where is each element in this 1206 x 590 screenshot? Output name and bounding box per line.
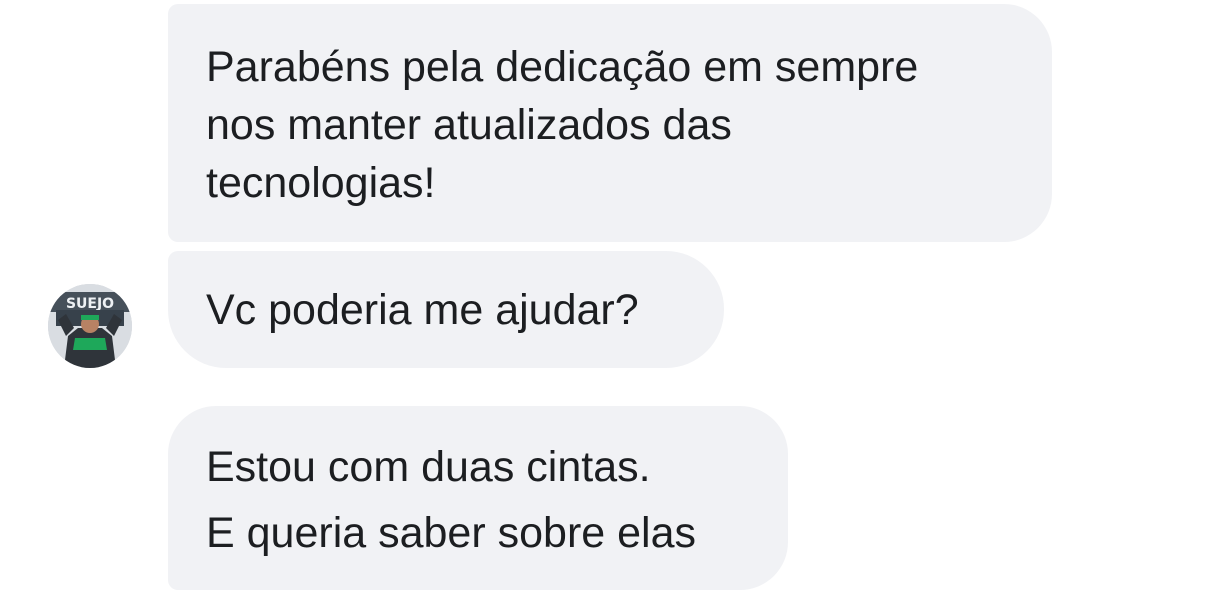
message-1-line-3: tecnologias! (206, 159, 436, 207)
message-3-line-2: E queria saber sobre elas (206, 509, 697, 557)
message-1-line-1: Parabéns pela dedicação em sempre (206, 43, 919, 91)
message-3-line-1: Estou com duas cintas. (206, 443, 651, 491)
sender-avatar[interactable]: SUEJO (48, 284, 132, 368)
message-2-line-1: Vc poderia me ajudar? (206, 286, 639, 334)
message-bubble-2[interactable]: Vc poderia me ajudar? (168, 251, 724, 368)
message-1-line-2: nos manter atualizados das (206, 101, 732, 149)
avatar-photo: SUEJO (48, 284, 132, 368)
message-bubble-3[interactable]: Estou com duas cintas. E queria saber so… (168, 406, 788, 590)
avatar-banner-text: SUEJO (66, 296, 114, 312)
message-bubble-1[interactable]: Parabéns pela dedicação em sempre nos ma… (168, 4, 1052, 242)
